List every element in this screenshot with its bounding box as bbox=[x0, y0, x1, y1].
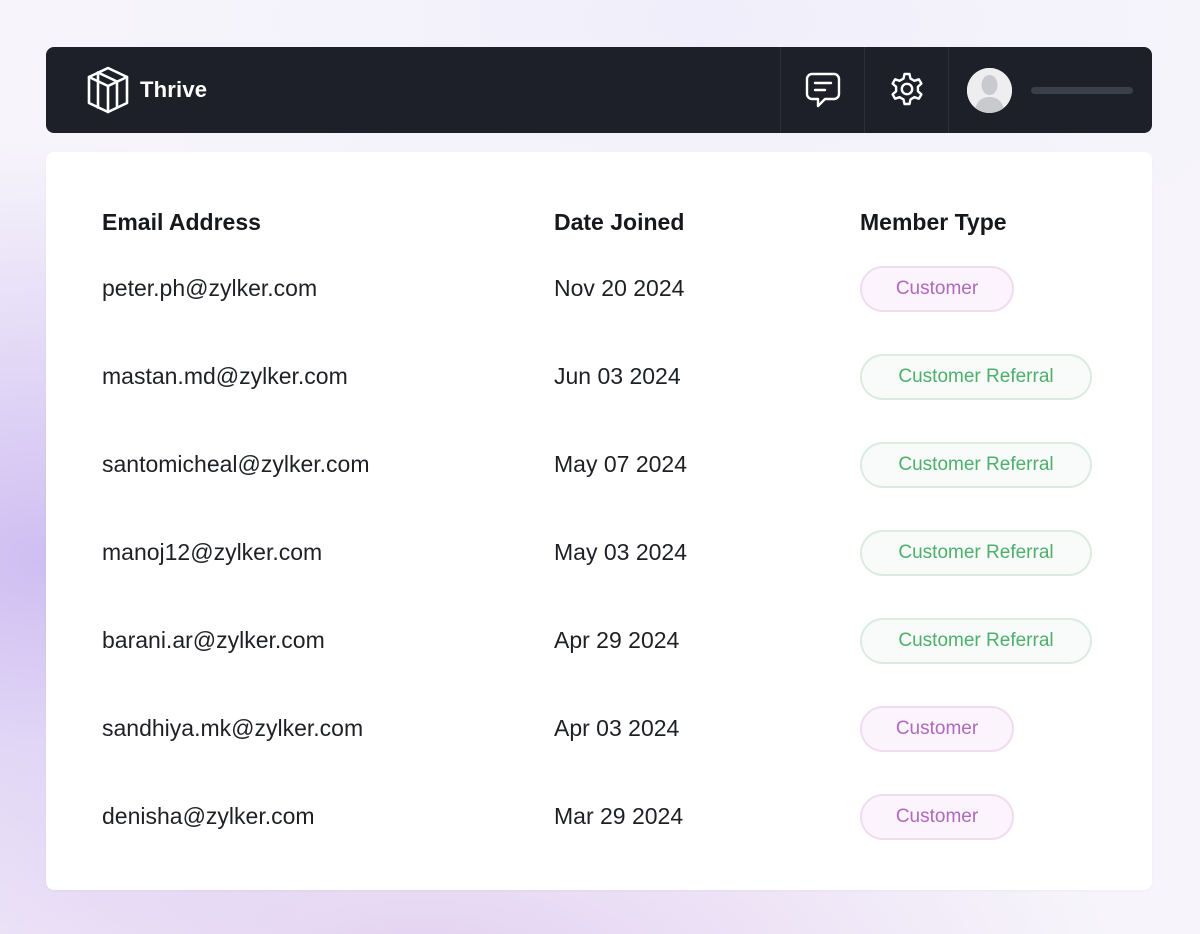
user-avatar-icon bbox=[967, 67, 1012, 113]
member-type-badge[interactable]: Customer Referral bbox=[860, 442, 1092, 488]
member-type-badge[interactable]: Customer bbox=[860, 266, 1014, 312]
table-row[interactable]: manoj12@zylker.com May 03 2024 Customer … bbox=[46, 530, 1152, 576]
table-row[interactable]: mastan.md@zylker.com Jun 03 2024 Custome… bbox=[46, 354, 1152, 400]
member-type-badge[interactable]: Customer bbox=[860, 794, 1014, 840]
brand-name: Thrive bbox=[140, 77, 208, 102]
email-cell: sandhiya.mk@zylker.com bbox=[102, 715, 364, 741]
email-cell: denisha@zylker.com bbox=[102, 803, 315, 829]
settings-button[interactable] bbox=[864, 47, 948, 133]
date-joined-cell: May 07 2024 bbox=[554, 451, 687, 477]
top-actions bbox=[780, 47, 1152, 133]
member-type-badge[interactable]: Customer Referral bbox=[860, 354, 1092, 400]
email-cell: manoj12@zylker.com bbox=[102, 539, 323, 565]
date-joined-cell: Nov 20 2024 bbox=[554, 275, 685, 301]
column-header-member-type: Member Type bbox=[860, 209, 1007, 235]
cube-logo-icon bbox=[87, 66, 129, 114]
chat-button[interactable] bbox=[780, 47, 864, 133]
date-joined-cell: Apr 03 2024 bbox=[554, 715, 680, 741]
member-type-badge[interactable]: Customer bbox=[860, 706, 1014, 752]
table-row[interactable]: denisha@zylker.com Mar 29 2024 Customer bbox=[46, 794, 1152, 840]
email-cell: peter.ph@zylker.com bbox=[102, 275, 318, 301]
brand[interactable]: Thrive bbox=[86, 47, 207, 133]
table-row[interactable]: peter.ph@zylker.com Nov 20 2024 Customer bbox=[46, 266, 1152, 312]
column-header-date-joined: Date Joined bbox=[554, 209, 685, 235]
date-joined-cell: May 03 2024 bbox=[554, 539, 687, 565]
top-navigation-bar: Thrive bbox=[46, 47, 1152, 133]
member-type-badge[interactable]: Customer Referral bbox=[860, 618, 1092, 664]
chat-icon bbox=[805, 72, 840, 108]
date-joined-cell: Apr 29 2024 bbox=[554, 627, 680, 653]
email-cell: barani.ar@zylker.com bbox=[102, 627, 325, 653]
profile-name-placeholder bbox=[1031, 86, 1133, 94]
profile-menu[interactable] bbox=[948, 47, 1152, 133]
gear-icon bbox=[890, 72, 923, 106]
table-row[interactable]: sandhiya.mk@zylker.com Apr 03 2024 Custo… bbox=[46, 706, 1152, 752]
email-cell: santomicheal@zylker.com bbox=[102, 451, 370, 477]
member-type-badge[interactable]: Customer Referral bbox=[860, 530, 1092, 576]
column-header-email: Email Address bbox=[102, 209, 261, 235]
avatar bbox=[967, 67, 1012, 113]
date-joined-cell: Mar 29 2024 bbox=[554, 803, 684, 829]
table-row[interactable]: santomicheal@zylker.com May 07 2024 Cust… bbox=[46, 442, 1152, 488]
table-row[interactable]: barani.ar@zylker.com Apr 29 2024 Custome… bbox=[46, 618, 1152, 664]
email-cell: mastan.md@zylker.com bbox=[102, 363, 348, 389]
members-table-card: Email Address Date Joined Member Type pe… bbox=[46, 152, 1152, 890]
date-joined-cell: Jun 03 2024 bbox=[554, 363, 681, 389]
